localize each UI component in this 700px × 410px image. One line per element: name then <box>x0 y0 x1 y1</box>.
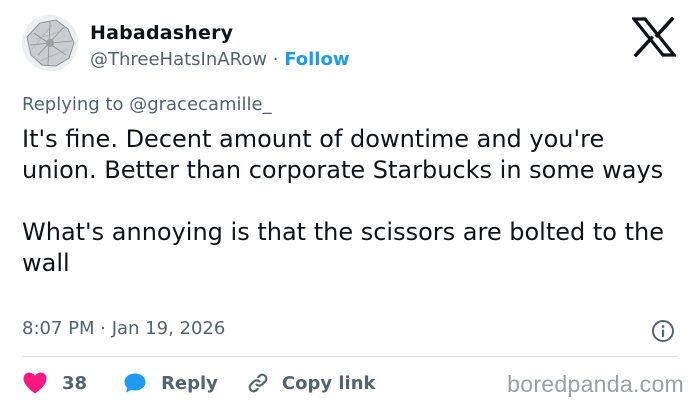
handle-separator: · <box>267 49 285 70</box>
replying-to-prefix: Replying to <box>22 94 130 115</box>
like-count: 38 <box>62 372 88 394</box>
copy-link-button[interactable]: Copy link <box>246 371 376 395</box>
tweet-timestamp[interactable]: 8:07 PM · Jan 19, 2026 <box>22 318 225 339</box>
avatar[interactable] <box>22 15 78 71</box>
reply-button[interactable]: Reply <box>123 372 218 394</box>
info-icon[interactable] <box>651 319 675 343</box>
follow-button[interactable]: Follow <box>284 49 349 70</box>
author-handle-row: @ThreeHatsInARow · Follow <box>90 49 349 70</box>
author-name[interactable]: Habadashery <box>90 22 233 44</box>
divider <box>22 356 678 357</box>
replying-to: Replying to @gracecamille_ <box>22 94 272 115</box>
reply-label: Reply <box>161 372 218 394</box>
copy-link-label: Copy link <box>281 372 376 394</box>
x-logo-icon[interactable] <box>632 17 676 57</box>
replying-to-mention[interactable]: @gracecamille_ <box>129 94 271 115</box>
author-handle[interactable]: @ThreeHatsInARow <box>90 49 267 70</box>
speech-bubble-icon <box>124 373 146 393</box>
watermark: boredpanda.com <box>507 371 684 397</box>
link-icon <box>248 373 268 393</box>
action-bar: 38 Reply Copy link <box>22 370 376 396</box>
tweet-text: It's fine. Decent amount of downtime and… <box>22 125 664 277</box>
heart-icon <box>23 372 47 394</box>
like-button[interactable]: 38 <box>22 371 87 395</box>
